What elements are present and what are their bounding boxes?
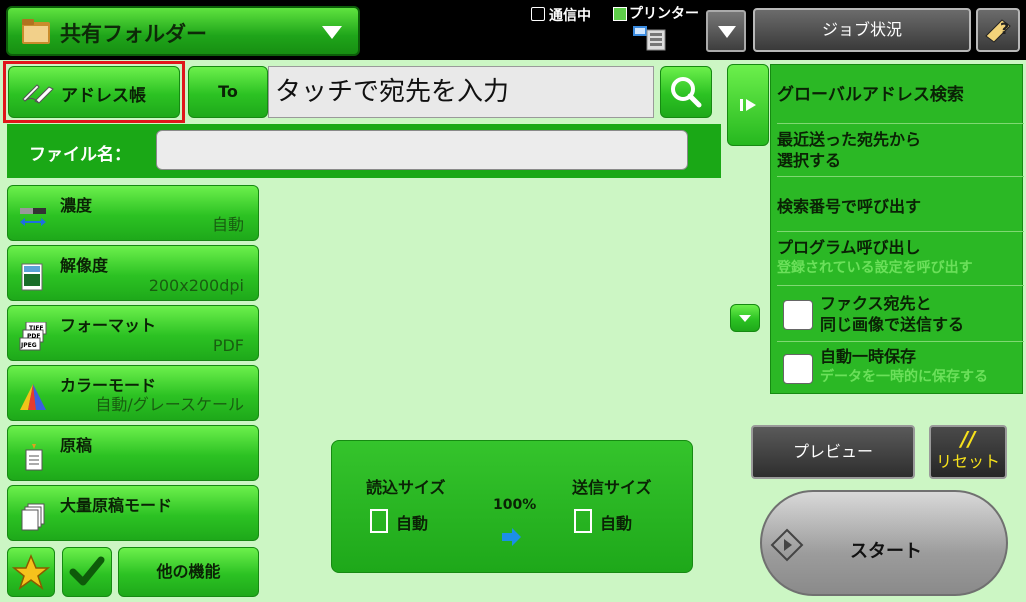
address-book-button[interactable]: アドレス帳 [8, 66, 180, 118]
chevron-down-icon [739, 315, 751, 322]
density-icon [20, 208, 46, 226]
divider [777, 231, 1024, 232]
search-button[interactable] [660, 66, 712, 118]
check-settings-button[interactable] [62, 547, 112, 597]
resolution-button[interactable]: 解像度 200x200dpi [7, 245, 259, 301]
format-button[interactable]: TIFF PDF JPEG フォーマット PDF [7, 305, 259, 361]
comm-status-icon [531, 7, 545, 21]
program-call-item[interactable]: プログラム呼び出し 登録されている設定を呼び出す [777, 237, 1024, 279]
auto-temp-save-item[interactable]: 自動一時保存 データを一時的に保存する [777, 346, 1024, 392]
svg-text:?: ? [1000, 19, 1009, 38]
scan-size-label: 読込サイズ [366, 478, 446, 497]
preview-button[interactable]: プレビュー [751, 425, 915, 479]
ratio-value: 100% [493, 497, 537, 513]
filename-bar: ファイル名： [7, 124, 721, 178]
function-value: 200x200dpi [148, 276, 244, 295]
address-book-icon [22, 84, 54, 104]
destination-input[interactable]: タッチで宛先を入力 [268, 66, 654, 118]
help-button[interactable]: ? [976, 8, 1020, 52]
document-stack-icon [21, 503, 45, 531]
format-pdf-text: PDF [27, 333, 40, 340]
program-call-label: プログラム呼び出し [777, 238, 921, 257]
recent-line-2: 選択する [777, 151, 842, 170]
start-diamond-icon [770, 528, 804, 562]
mode-select-button[interactable]: 共有フォルダー [6, 6, 360, 56]
fax-same-image-item[interactable]: ファクス宛先と 同じ画像で送信する [777, 293, 1024, 339]
fax-same-line-1: ファクス宛先と [820, 294, 932, 313]
divider [777, 341, 1024, 342]
recent-destinations-item[interactable]: 最近送った宛先から 選択する [777, 129, 1024, 171]
density-button[interactable]: 濃度 自動 [7, 185, 259, 241]
document-icon [574, 509, 592, 533]
auto-save-sub: データを一時的に保存する [820, 369, 988, 385]
large-original-mode-button[interactable]: 大量原稿モード [7, 485, 259, 541]
format-tiff-text: TIFF [29, 325, 44, 332]
format-jpeg-text: JPEG [20, 342, 37, 349]
color-mode-button[interactable]: カラーモード 自動/グレースケール [7, 365, 259, 421]
send-size-label: 送信サイズ [572, 478, 652, 497]
chevron-down-icon [718, 26, 736, 38]
function-value: 自動 [211, 215, 244, 234]
chevron-right-icon [740, 99, 756, 111]
fax-same-line-2: 同じ画像で送信する [820, 315, 965, 334]
favorite-button[interactable] [7, 547, 55, 597]
divider [777, 176, 1024, 177]
start-label: スタート [850, 541, 922, 562]
folder-icon [22, 19, 50, 44]
original-document-icon [25, 444, 43, 471]
size-panel: 読込サイズ 自動 100% 送信サイズ 自動 [331, 440, 693, 573]
to-button[interactable]: To [188, 66, 268, 118]
document-icon [370, 509, 388, 533]
color-mode-icon [20, 384, 46, 410]
search-icon [671, 77, 702, 108]
scan-size-value: 自動 [396, 514, 429, 533]
chevron-down-icon [322, 26, 342, 39]
resolution-icon [21, 263, 43, 291]
divider [777, 285, 1024, 286]
recent-line-1: 最近送った宛先から [777, 130, 922, 149]
filename-input[interactable] [156, 130, 688, 170]
mode-label: 共有フォルダー [60, 22, 207, 46]
global-address-search-item[interactable]: グローバルアドレス検索 [777, 85, 1024, 106]
printer-status-icon [613, 7, 627, 21]
filename-label: ファイル名： [29, 145, 131, 165]
function-value: PDF [212, 336, 244, 355]
right-action-panel: グローバルアドレス検索 最近送った宛先から 選択する 検索番号で呼び出す プログ… [770, 64, 1024, 394]
auto-temp-save-checkbox[interactable] [783, 354, 813, 384]
printer-status-text: プリンター [629, 6, 699, 22]
reset-button[interactable]: // リセット [929, 425, 1007, 479]
function-value: 自動/グレースケール [95, 395, 244, 414]
original-button[interactable]: 原稿 [7, 425, 259, 481]
scroll-down-button[interactable] [730, 304, 760, 332]
reset-label: リセット [935, 452, 1000, 471]
checkmark-icon [69, 556, 105, 586]
reset-mark: // [960, 427, 976, 451]
start-button[interactable]: スタート [760, 490, 1008, 596]
panel-toggle-tab[interactable] [727, 64, 769, 146]
star-icon [11, 554, 51, 590]
job-status-button[interactable]: ジョブ状況 [753, 8, 971, 52]
function-name: 濃度 [60, 196, 93, 215]
function-name: 原稿 [60, 436, 93, 455]
function-name: 解像度 [60, 256, 109, 275]
file-format-icon: TIFF PDF JPEG [19, 322, 47, 351]
function-name: フォーマット [60, 316, 157, 335]
arrow-right-icon [502, 528, 521, 546]
fax-same-image-checkbox[interactable] [783, 300, 813, 330]
help-book-icon: ? [985, 19, 1011, 43]
comm-status-text: 通信中 [549, 8, 591, 24]
other-functions-button[interactable]: 他の機能 [118, 547, 259, 597]
function-name: 大量原稿モード [60, 496, 173, 515]
auto-save-label: 自動一時保存 [820, 347, 917, 366]
status-dropdown-button[interactable] [706, 10, 746, 52]
address-book-label: アドレス帳 [61, 86, 146, 106]
device-status-icon [633, 26, 666, 51]
search-number-item[interactable]: 検索番号で呼び出す [777, 196, 1024, 217]
program-call-sub: 登録されている設定を呼び出す [777, 260, 973, 276]
divider [777, 123, 1024, 124]
send-size-value: 自動 [600, 514, 633, 533]
